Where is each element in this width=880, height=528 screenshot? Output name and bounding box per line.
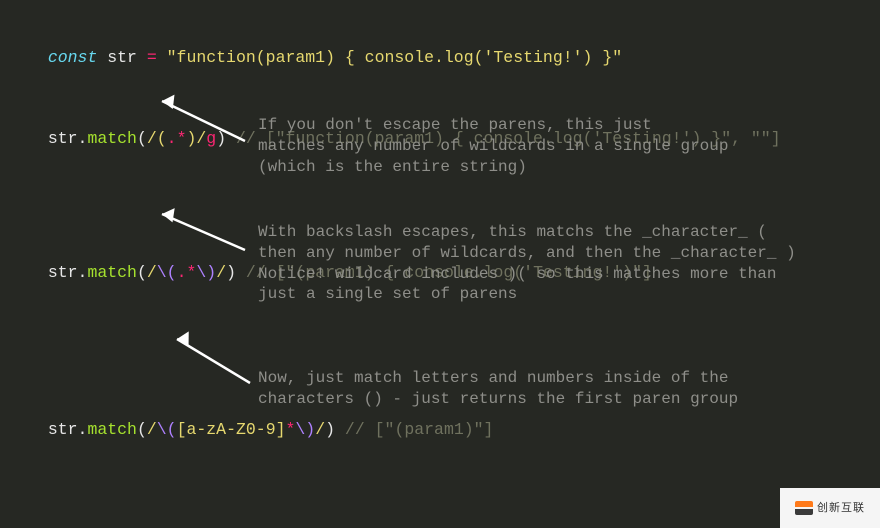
operator-equals: =: [147, 48, 157, 67]
keyword-const: const: [48, 48, 98, 67]
regex-group-open: (: [157, 129, 167, 148]
regex-dot: .: [177, 263, 187, 282]
regex-dot: .: [167, 129, 177, 148]
call-open-paren: (: [137, 420, 147, 439]
regex-star: *: [286, 420, 296, 439]
variable-name: str: [97, 48, 147, 67]
regex-delim-open: /: [147, 420, 157, 439]
dot-accessor: .: [78, 420, 88, 439]
regex-escape-close-paren: \): [295, 420, 315, 439]
comment-result-3: // ["(param1)"]: [335, 420, 493, 439]
code-line-declaration: const str = "function(param1) { console.…: [28, 26, 852, 69]
regex-group-close: ): [186, 129, 196, 148]
regex-star: *: [177, 129, 187, 148]
call-open-paren: (: [137, 129, 147, 148]
regex-escape-open-paren: \(: [157, 263, 177, 282]
regex-flag-g: g: [206, 129, 216, 148]
annotation-1: If you don't escape the parens, this jus…: [258, 115, 848, 177]
variable-ref: str: [48, 263, 78, 282]
method-match: match: [87, 263, 137, 282]
call-open-paren: (: [137, 263, 147, 282]
string-literal: "function(param1) { console.log('Testing…: [157, 48, 622, 67]
regex-delim-close: /: [196, 129, 206, 148]
regex-delim-open: /: [147, 129, 157, 148]
method-match: match: [87, 129, 137, 148]
regex-char-class: [a-zA-Z0-9]: [177, 420, 286, 439]
method-match: match: [87, 420, 137, 439]
regex-escape-close-paren: \): [196, 263, 216, 282]
watermark-logo-icon: [795, 501, 813, 515]
regex-escape-open-paren: \(: [157, 420, 177, 439]
regex-star: *: [186, 263, 196, 282]
variable-ref: str: [48, 129, 78, 148]
dot-accessor: .: [78, 129, 88, 148]
annotation-3: Now, just match letters and numbers insi…: [258, 368, 858, 410]
dot-accessor: .: [78, 263, 88, 282]
call-close-paren: ): [226, 263, 236, 282]
regex-delim-close: /: [315, 420, 325, 439]
watermark: 创新互联: [780, 488, 880, 528]
call-close-paren: ): [325, 420, 335, 439]
call-close-paren: ): [216, 129, 226, 148]
watermark-text: 创新互联: [817, 501, 865, 515]
annotation-2: With backslash escapes, this matchs the …: [258, 222, 858, 305]
regex-delim-open: /: [147, 263, 157, 282]
variable-ref: str: [48, 420, 78, 439]
regex-delim-close: /: [216, 263, 226, 282]
